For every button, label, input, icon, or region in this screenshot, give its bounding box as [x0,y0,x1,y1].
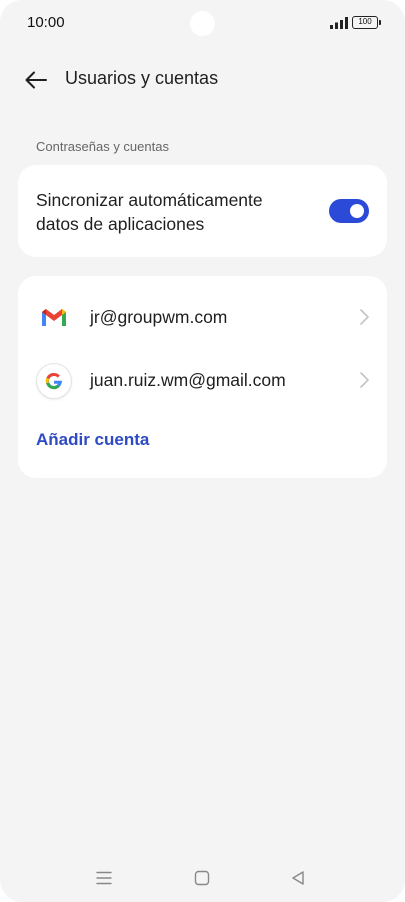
back-button[interactable] [22,66,50,94]
home-button[interactable] [184,860,220,896]
signal-icon [330,17,348,29]
home-icon [194,870,210,886]
status-time: 10:00 [27,14,65,31]
sync-label: Sincronizar automáticamente datos de apl… [36,190,263,234]
back-triangle-icon [292,871,304,885]
status-bar: 10:00 100 [0,0,405,46]
sync-toggle[interactable] [329,199,369,223]
chevron-right-icon [360,372,369,388]
menu-button[interactable] [86,860,122,896]
sync-card[interactable]: Sincronizar automáticamente datos de apl… [18,165,387,257]
account-row-groupwm[interactable]: jr@groupwm.com [18,287,387,347]
account-email: juan.ruiz.wm@gmail.com [90,370,286,390]
toggle-knob [350,204,364,218]
battery-level: 100 [358,17,372,26]
gmail-icon [42,309,66,326]
add-account-link[interactable]: Añadir cuenta [36,430,149,450]
arrow-left-icon [25,71,47,89]
account-row-gmail[interactable]: juan.ruiz.wm@gmail.com [18,350,387,410]
back-nav-button[interactable] [280,860,316,896]
menu-icon [96,871,112,885]
battery-icon: 100 [352,16,381,29]
chevron-right-icon [360,309,369,325]
google-icon [37,364,71,398]
screen: 10:00 100 Usuarios y cuentas Contraseñas… [0,0,405,902]
accounts-card: jr@groupwm.com juan.ruiz.wm@gmail.com Añ [18,276,387,478]
navigation-bar [0,860,405,896]
front-camera [190,11,215,36]
account-email: jr@groupwm.com [90,307,228,327]
section-header: Contraseñas y cuentas [36,139,169,154]
page-title: Usuarios y cuentas [65,68,219,88]
